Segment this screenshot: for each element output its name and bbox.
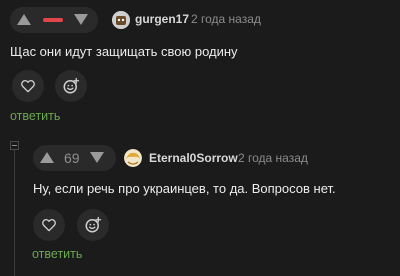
username[interactable]: Eternal0Sorrow xyxy=(149,151,238,165)
timestamp[interactable]: 2 года назад xyxy=(191,12,261,26)
reply-link[interactable]: ответить xyxy=(10,109,60,123)
downvote-icon[interactable] xyxy=(74,14,88,25)
emoji-add-icon xyxy=(85,216,102,233)
downvote-icon[interactable] xyxy=(90,152,104,163)
comment-text: Щас они идут защищать свою родину xyxy=(10,44,238,59)
react-button[interactable] xyxy=(55,70,87,102)
thread-line xyxy=(14,148,15,276)
heart-icon xyxy=(21,79,35,93)
username[interactable]: gurgen17 xyxy=(135,12,189,26)
like-button[interactable] xyxy=(12,70,44,102)
upvote-icon[interactable] xyxy=(40,152,54,163)
thread-collapse-icon[interactable] xyxy=(10,141,19,150)
upvote-icon[interactable] xyxy=(17,14,31,25)
rating-count: 69 xyxy=(64,150,80,166)
avatar[interactable] xyxy=(124,149,142,167)
avatar[interactable] xyxy=(112,11,130,29)
negative-rating-bar xyxy=(43,18,63,22)
like-button[interactable] xyxy=(33,209,65,241)
reply-link[interactable]: ответить xyxy=(32,247,82,261)
react-button[interactable] xyxy=(77,209,109,241)
comment-text: Ну, если речь про украинцев, то да. Вопр… xyxy=(33,181,336,196)
emoji-add-icon xyxy=(63,77,80,94)
timestamp[interactable]: 2 года назад xyxy=(238,151,308,165)
heart-icon xyxy=(42,218,56,232)
